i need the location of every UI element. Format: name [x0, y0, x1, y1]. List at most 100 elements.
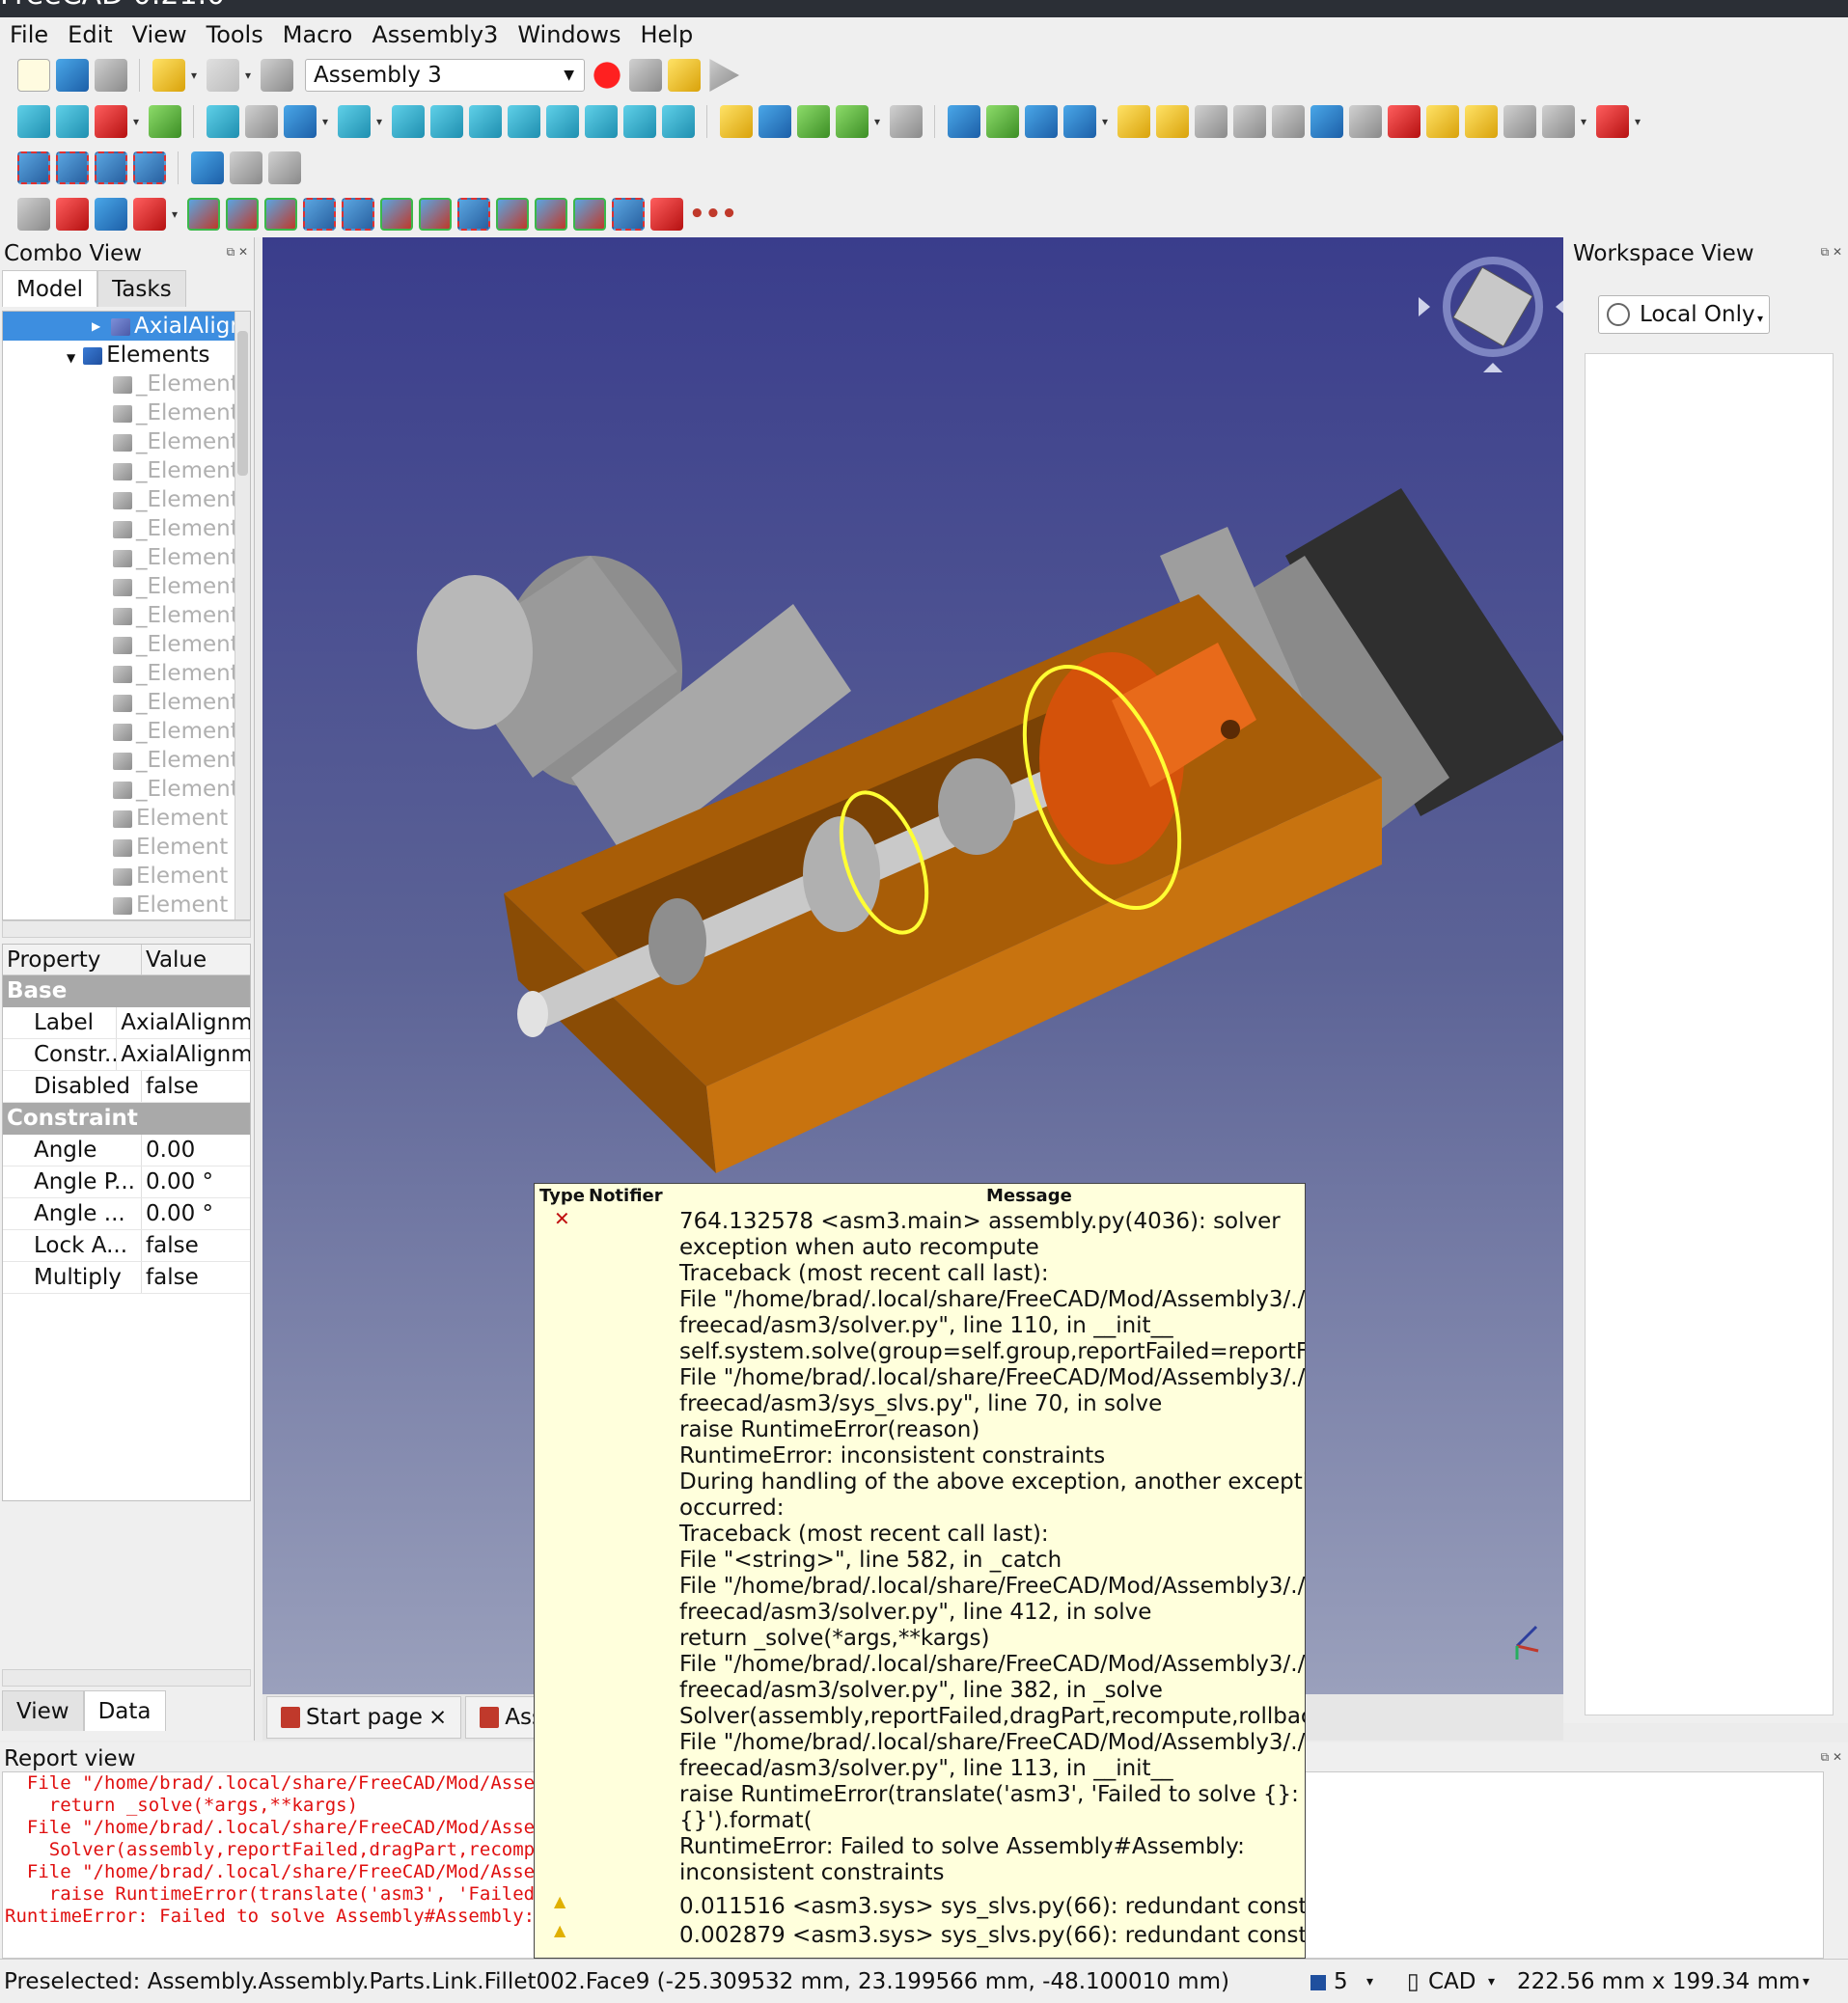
bottom-view-icon[interactable] — [585, 105, 618, 138]
notification-area-icon[interactable] — [1310, 1975, 1326, 1990]
property-row-lock-angle[interactable]: Lock A... false — [3, 1230, 250, 1262]
quick-move-icon[interactable] — [1272, 105, 1305, 138]
tree-item-element[interactable]: _Element — [3, 688, 250, 717]
redo-dropdown-icon[interactable]: ▾ — [245, 69, 255, 82]
property-horizontal-scrollbar[interactable] — [2, 1669, 251, 1687]
undo-dropdown-icon[interactable]: ▾ — [191, 69, 201, 82]
mate-icon[interactable] — [230, 151, 262, 184]
view-dimensions[interactable]: 222.56 mm x 199.34 mm — [1517, 1960, 1800, 2003]
tree-item-element[interactable]: _Element — [3, 514, 250, 543]
workspace-filter-combo[interactable]: Local Only ▾ — [1598, 295, 1770, 334]
open-icon[interactable] — [56, 59, 89, 92]
property-value[interactable]: AxialAlignment — [117, 1039, 250, 1070]
edit-icon[interactable] — [1388, 105, 1420, 138]
constraint-group-icon[interactable] — [95, 198, 127, 231]
constraint-line-distance-icon[interactable] — [457, 198, 490, 231]
constraint-more-icon[interactable] — [650, 198, 683, 231]
fit-all-icon[interactable] — [17, 105, 50, 138]
notification-popup[interactable]: Type Notifier Message ✕ 764.132578 <asm3… — [534, 1183, 1306, 1959]
tree-item-element[interactable]: Element — [3, 891, 250, 919]
property-value[interactable]: 0.00 ° — [142, 1166, 213, 1197]
axial-move-icon[interactable] — [1233, 105, 1266, 138]
forward-icon[interactable] — [245, 105, 278, 138]
right-view-icon[interactable] — [508, 105, 540, 138]
macro-run-icon[interactable] — [709, 59, 739, 92]
menu-tools[interactable]: Tools — [207, 21, 263, 48]
property-value[interactable]: AxialAlignment — [117, 1007, 250, 1038]
property-row-disabled[interactable]: Disabled false — [3, 1071, 250, 1103]
property-row-angle[interactable]: Angle 0.00 — [3, 1135, 250, 1166]
top-view-icon[interactable] — [469, 105, 502, 138]
make-link-icon[interactable] — [797, 105, 830, 138]
scrollbar-thumb[interactable] — [237, 331, 248, 476]
visibility-dropdown-icon[interactable]: ▾ — [1581, 115, 1590, 128]
constraint-points-distance-icon[interactable] — [303, 198, 336, 231]
property-value[interactable]: false — [142, 1230, 199, 1261]
macro-stop-icon[interactable] — [629, 59, 662, 92]
quick-solve-icon[interactable] — [1156, 105, 1189, 138]
front-view-icon[interactable] — [430, 105, 463, 138]
tree-item-element[interactable]: _Element — [3, 717, 250, 746]
tree-item-axialalign[interactable]: ▶ AxialAlign — [3, 312, 250, 341]
menu-help[interactable]: Help — [640, 21, 693, 48]
constraint-plane-alignment-icon[interactable] — [95, 151, 127, 184]
menu-view[interactable]: View — [132, 21, 187, 48]
fit-selection-icon[interactable] — [56, 105, 89, 138]
constraint-dropdown-icon[interactable]: ▾ — [172, 207, 181, 221]
left-view-icon[interactable] — [623, 105, 656, 138]
chevron-down-icon[interactable]: ▾ — [1366, 1960, 1373, 2003]
constraint-horizontal-icon[interactable] — [612, 198, 645, 231]
tree-item-element[interactable]: _Element — [3, 427, 250, 456]
tree-item-element[interactable]: _Element — [3, 572, 250, 601]
draw-style-dropdown-icon[interactable]: ▾ — [133, 115, 143, 128]
tab-view[interactable]: View — [2, 1690, 84, 1731]
tab-model[interactable]: Model — [2, 270, 98, 307]
zoom-icon[interactable] — [338, 105, 371, 138]
constraint-angle-icon[interactable] — [264, 198, 297, 231]
menu-windows[interactable]: Windows — [517, 21, 621, 48]
auto-recompute-icon[interactable] — [1426, 105, 1459, 138]
new-document-icon[interactable] — [17, 59, 50, 92]
selection-icon[interactable] — [1503, 105, 1536, 138]
constraint-parallel-icon[interactable] — [187, 198, 220, 231]
property-value[interactable]: false — [142, 1262, 199, 1293]
menu-assembly3[interactable]: Assembly3 — [372, 21, 498, 48]
link-actions-icon[interactable] — [836, 105, 869, 138]
back-icon[interactable] — [207, 105, 239, 138]
navigation-style[interactable]: CAD — [1428, 1960, 1476, 2003]
notification-count[interactable]: 5 — [1334, 1960, 1348, 2003]
tree-vertical-scrollbar[interactable] — [234, 312, 250, 919]
solve-icon[interactable] — [1117, 105, 1150, 138]
constraint-menu-icon[interactable] — [133, 198, 166, 231]
property-column-header[interactable]: Property — [3, 945, 142, 974]
assembly-dropdown-icon[interactable]: ▾ — [1635, 115, 1644, 128]
property-group-base[interactable]: Base — [3, 975, 250, 1007]
bounding-box-icon[interactable] — [149, 105, 181, 138]
whats-this-icon[interactable] — [890, 105, 923, 138]
tab-data[interactable]: Data — [83, 1690, 166, 1731]
notification-message[interactable]: 0.011516 <asm3.sys> sys_slvs.py(66): red… — [679, 1894, 1305, 1920]
redo-icon[interactable] — [207, 59, 239, 92]
highlight-icon[interactable] — [1465, 105, 1498, 138]
tree-item-elements[interactable]: ▼ Elements — [3, 341, 250, 370]
tab-tasks[interactable]: Tasks — [97, 270, 186, 307]
close-icon[interactable]: × — [428, 1696, 447, 1739]
constraint-points-coincident-icon[interactable] — [17, 151, 50, 184]
more-actions-icon[interactable]: ••• — [689, 200, 737, 229]
add-part-icon[interactable] — [986, 105, 1019, 138]
draw-style-icon[interactable] — [95, 105, 127, 138]
property-row-angle-2[interactable]: Angle ... 0.00 ° — [3, 1198, 250, 1230]
dock-buttons-icon[interactable]: ⧉ ✕ — [227, 245, 248, 260]
dock-buttons-icon[interactable]: ⧉ ✕ — [1821, 1750, 1842, 1765]
import-icon[interactable] — [1063, 105, 1096, 138]
sync-dropdown-icon[interactable]: ▾ — [322, 115, 332, 128]
workspace-list[interactable] — [1585, 353, 1834, 1715]
chevron-down-icon[interactable]: ▾ — [1803, 1960, 1809, 2003]
constraint-equal-radius-icon[interactable] — [496, 198, 529, 231]
tab-start-page[interactable]: Start page × — [266, 1696, 462, 1739]
constraint-lock-icon[interactable] — [17, 198, 50, 231]
value-column-header[interactable]: Value — [142, 945, 207, 974]
collapse-arrow-icon[interactable]: ▼ — [67, 351, 75, 365]
constraint-point-on-line-icon[interactable] — [342, 198, 374, 231]
assembly-menu-icon[interactable] — [1596, 105, 1629, 138]
